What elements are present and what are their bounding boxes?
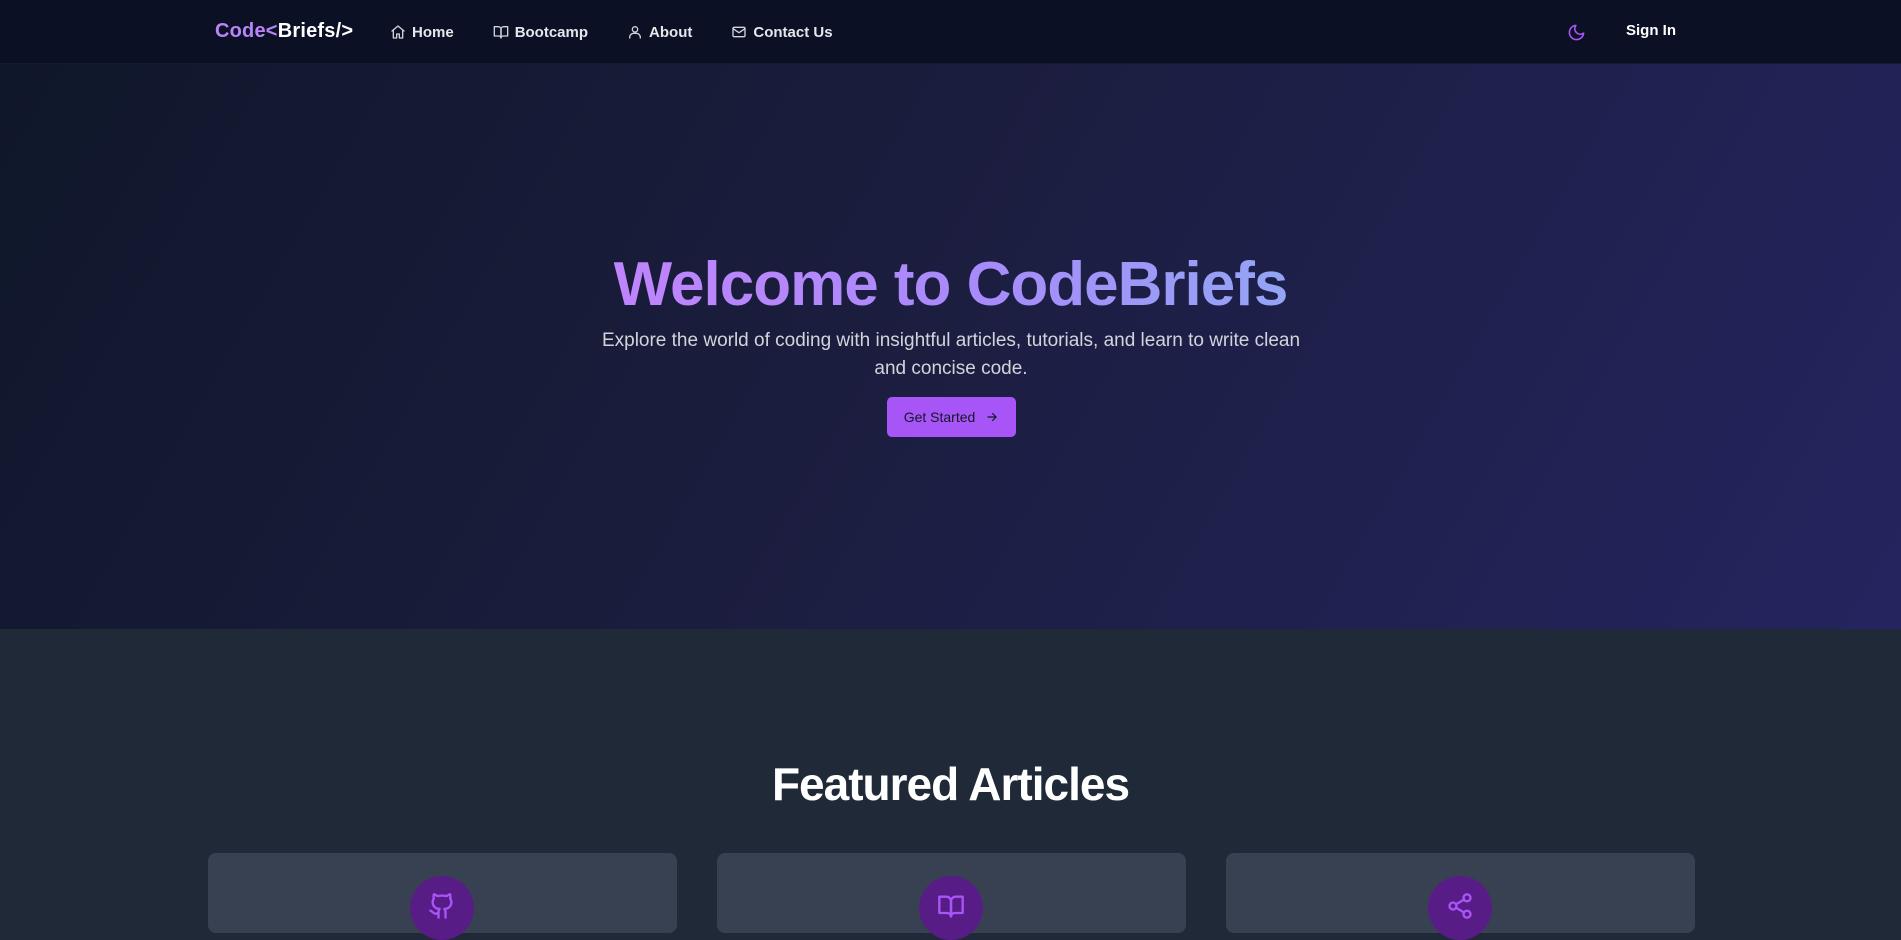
hero-title: Welcome to CodeBriefs [0,254,1901,316]
get-started-button[interactable]: Get Started [887,397,1016,437]
nav-item-home[interactable]: Home [390,24,454,41]
nav-item-bootcamp[interactable]: Bootcamp [493,24,588,41]
brand-part-code: Code< [215,20,278,42]
article-card[interactable] [208,853,677,940]
arrow-right-icon [987,412,997,422]
sign-in-button[interactable]: Sign In [1626,22,1676,39]
hero-section: Welcome to CodeBriefs Explore the world … [0,64,1901,629]
main-nav: Home Bootcamp About Contact Us [390,20,872,44]
mail-icon [732,26,747,38]
card-icon-circle [919,876,983,940]
github-icon [429,893,453,919]
get-started-label: Get Started [903,409,976,425]
nav-item-label: Home [412,23,454,41]
brand-part-briefs: Briefs/> [277,20,354,42]
book-open-icon [938,895,964,918]
article-card[interactable] [717,853,1186,940]
navbar: Code<Briefs/> Home Bootcamp About Contac… [0,0,1901,64]
nav-item-label: Contact Us [753,23,833,41]
featured-articles-heading: Featured Articles [771,758,1130,810]
hero-title-text: Welcome to CodeBriefs [613,250,1289,319]
hero-subtitle: Explore the world of coding with insight… [601,330,1301,379]
share-icon [1448,893,1472,919]
nav-item-about[interactable]: About [627,24,692,41]
theme-toggle-button[interactable] [1565,21,1587,43]
user-icon [629,26,642,39]
book-open-icon [493,26,509,39]
home-icon [391,25,405,39]
nav-item-contact[interactable]: Contact Us [731,23,833,41]
card-icon-circle [410,876,474,940]
article-card[interactable] [1226,853,1695,940]
nav-item-label: Bootcamp [514,23,589,41]
brand-logo[interactable]: Code<Briefs/> [215,20,353,43]
moon-icon [1568,24,1584,40]
card-icon-circle [1428,876,1492,940]
nav-item-label: About [649,23,693,41]
